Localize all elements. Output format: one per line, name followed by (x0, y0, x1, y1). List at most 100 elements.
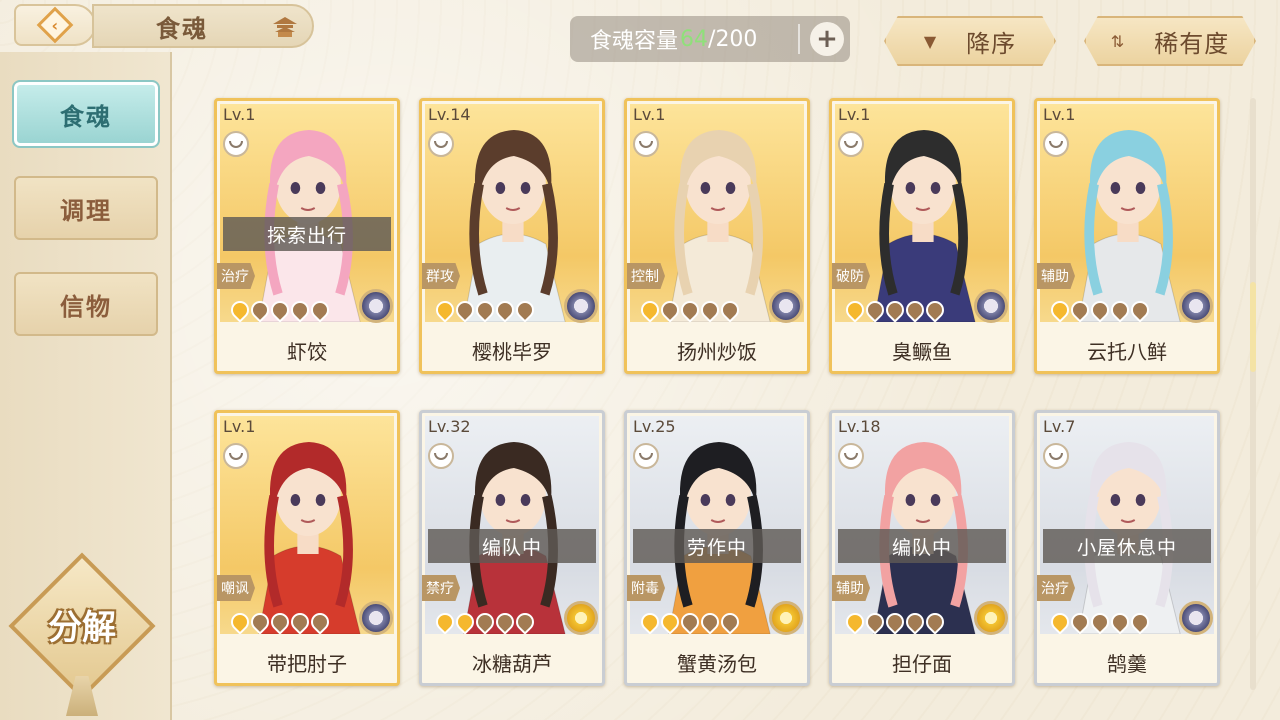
plus-icon: + (816, 24, 838, 54)
star-flame-icon (637, 609, 663, 635)
element-flower-icon (359, 289, 393, 323)
bowl-icon (223, 131, 249, 157)
star-flame-icon (247, 609, 273, 635)
sort-rarity-button[interactable]: ⇅ 稀有度 (1084, 16, 1256, 66)
tab-conditioning[interactable]: 调理 (14, 176, 158, 240)
back-arrow-icon: ‹ (36, 6, 74, 44)
star-flame-icon (657, 609, 683, 635)
add-capacity-button[interactable]: + (810, 22, 844, 56)
character-name: 云托八鲜 (1087, 340, 1167, 364)
star-flame-icon (1107, 609, 1133, 635)
role-tag: 附毒 (627, 575, 665, 601)
tab-food-soul[interactable]: 食魂 (12, 80, 160, 148)
bowl-icon (223, 443, 249, 469)
food-soul-card[interactable]: Lv.1 控制 扬州炒饭 (624, 98, 810, 374)
character-name: 担仔面 (892, 652, 952, 676)
food-soul-card[interactable]: Lv.1 嘲讽 带把肘子 (214, 410, 400, 686)
star-flame-icon (492, 609, 518, 635)
element-flower-icon (359, 601, 393, 635)
star-flame-icon (657, 297, 683, 323)
title-plate: 食魂 (92, 4, 314, 48)
bowl-icon (1043, 131, 1069, 157)
level-label: Lv.1 (223, 417, 256, 436)
food-soul-card[interactable]: Lv.25 劳作中 附毒 蟹黄汤包 (624, 410, 810, 686)
role-tag: 嘲讽 (217, 575, 255, 601)
sort-order-button[interactable]: ▼ 降序 (884, 16, 1056, 66)
star-flame-icon (902, 297, 928, 323)
star-rating (1047, 297, 1153, 323)
level-label: Lv.1 (838, 105, 871, 124)
star-flame-icon (1087, 297, 1113, 323)
star-rating (1047, 609, 1153, 635)
bowl-icon (633, 443, 659, 469)
character-name: 鹄羹 (1107, 652, 1147, 676)
star-flame-icon (307, 297, 333, 323)
element-flower-icon (1179, 289, 1213, 323)
character-name: 樱桃毕罗 (472, 340, 552, 364)
star-flame-icon (432, 297, 458, 323)
food-soul-card[interactable]: Lv.1 探索出行 治疗 虾饺 (214, 98, 400, 374)
star-flame-icon (922, 297, 948, 323)
level-label: Lv.32 (428, 417, 471, 436)
pagoda-icon (273, 17, 297, 37)
bowl-icon (838, 131, 864, 157)
star-flame-icon (472, 297, 498, 323)
star-flame-icon (512, 609, 538, 635)
role-tag: 辅助 (832, 575, 870, 601)
element-flower-icon (564, 289, 598, 323)
capacity-max: 200 (715, 26, 758, 52)
back-button[interactable]: ‹ (14, 4, 96, 46)
star-rating (432, 609, 538, 635)
star-flame-icon (842, 609, 868, 635)
food-soul-card[interactable]: Lv.7 小屋休息中 治疗 鹄羹 (1034, 410, 1220, 686)
role-tag: 群攻 (422, 263, 460, 289)
star-flame-icon (267, 297, 293, 323)
element-flower-icon (1179, 601, 1213, 635)
star-flame-icon (882, 297, 908, 323)
scrollbar-thumb[interactable] (1250, 282, 1256, 372)
triangle-down-icon: ▼ (923, 31, 937, 51)
star-flame-icon (307, 609, 333, 635)
star-rating (842, 297, 948, 323)
star-flame-icon (1127, 297, 1153, 323)
capacity-divider (798, 24, 800, 54)
star-flame-icon (677, 609, 703, 635)
star-flame-icon (1067, 609, 1093, 635)
level-label: Lv.18 (838, 417, 881, 436)
decompose-label: 分解 (48, 608, 116, 648)
star-flame-icon (227, 297, 253, 323)
food-soul-card[interactable]: Lv.32 编队中 禁疗 冰糖葫芦 (419, 410, 605, 686)
star-flame-icon (512, 297, 538, 323)
level-label: Lv.25 (633, 417, 676, 436)
food-soul-card[interactable]: Lv.18 编队中 辅助 担仔面 (829, 410, 1015, 686)
sort-order-label: 降序 (966, 29, 1017, 58)
star-flame-icon (452, 297, 478, 323)
star-flame-icon (287, 297, 313, 323)
star-flame-icon (902, 609, 928, 635)
star-flame-icon (697, 297, 723, 323)
element-flower-icon (974, 601, 1008, 635)
character-name: 带把肘子 (267, 652, 347, 676)
level-label: Lv.7 (1043, 417, 1076, 436)
food-soul-card[interactable]: Lv.1 破防 臭鳜鱼 (829, 98, 1015, 374)
role-tag: 辅助 (1037, 263, 1075, 289)
sort-rarity-label: 稀有度 (1154, 29, 1230, 58)
star-flame-icon (1087, 609, 1113, 635)
element-flower-icon (769, 289, 803, 323)
star-flame-icon (717, 609, 743, 635)
character-name: 虾饺 (287, 340, 327, 364)
element-flower-icon (974, 289, 1008, 323)
food-soul-card[interactable]: Lv.14 群攻 樱桃毕罗 (419, 98, 605, 374)
bowl-icon (1043, 443, 1069, 469)
character-name: 蟹黄汤包 (677, 652, 757, 676)
scrollbar-track[interactable] (1250, 98, 1256, 690)
tab-token[interactable]: 信物 (14, 272, 158, 336)
food-soul-card[interactable]: Lv.1 辅助 云托八鲜 (1034, 98, 1220, 374)
element-flower-icon (769, 601, 803, 635)
star-flame-icon (882, 609, 908, 635)
bowl-icon (428, 443, 454, 469)
character-name: 冰糖葫芦 (472, 652, 552, 676)
character-name: 扬州炒饭 (677, 340, 757, 364)
role-tag: 治疗 (217, 263, 255, 289)
star-flame-icon (472, 609, 498, 635)
